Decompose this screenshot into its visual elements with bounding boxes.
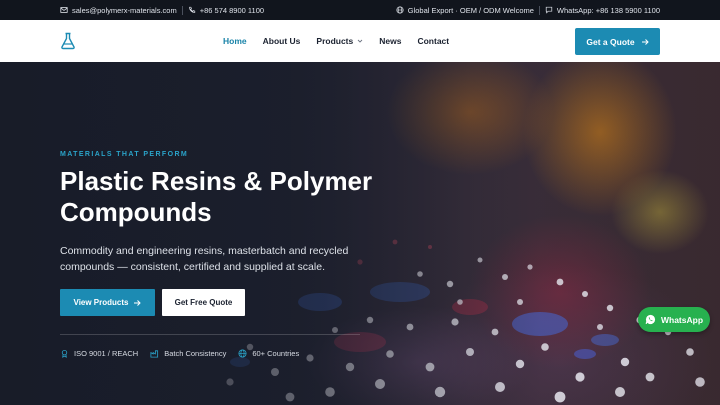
- get-free-quote-button[interactable]: Get Free Quote: [162, 289, 245, 316]
- get-free-quote-label: Get Free Quote: [174, 298, 233, 307]
- top-bar-export: Global Export · OEM / ODM Welcome: [396, 6, 534, 15]
- get-a-quote-button[interactable]: Get a Quote: [575, 28, 660, 55]
- globe-icon: [396, 6, 404, 14]
- badge-label: 60+ Countries: [252, 349, 300, 358]
- chevron-down-icon: [357, 39, 363, 43]
- hero-divider: [60, 334, 360, 335]
- nav-item-home[interactable]: Home: [223, 36, 247, 46]
- top-bar-whatsapp[interactable]: WhatsApp: +86 138 5900 1100: [545, 6, 660, 15]
- nav-item-contact[interactable]: Contact: [417, 36, 449, 46]
- hero-badges: ISO 9001 / REACH Batch Consistency 60+ C…: [60, 349, 299, 358]
- separator: [181, 5, 183, 15]
- hero-title: Plastic Resins & Polymer Compounds: [60, 166, 373, 227]
- certificate-icon: [61, 349, 68, 358]
- arrow-right-icon: [641, 38, 649, 45]
- nav-item-products[interactable]: Products: [316, 36, 363, 46]
- export-text: Global Export · OEM / ODM Welcome: [407, 5, 534, 15]
- top-bar-contact: sales@polymerx-materials.com +86 574 890…: [60, 0, 264, 20]
- main-navigation: Home About Us Products News Contact Get …: [0, 20, 720, 62]
- top-bar-email[interactable]: sales@polymerx-materials.com: [60, 6, 177, 15]
- view-products-label: View Products: [73, 298, 129, 307]
- top-bar: sales@polymerx-materials.com +86 574 890…: [0, 0, 720, 20]
- phone-icon: [188, 6, 195, 13]
- badge-label: Batch Consistency: [164, 349, 227, 358]
- globe-icon: [238, 349, 247, 358]
- separator: [538, 5, 540, 15]
- factory-icon: [150, 350, 159, 358]
- hero-section: MATERIALS THAT PERFORM Plastic Resins & …: [0, 62, 720, 405]
- arrow-right-icon: [134, 299, 142, 306]
- view-products-button[interactable]: View Products: [60, 289, 155, 316]
- quote-button-label: Get a Quote: [586, 36, 635, 47]
- hero-subtitle: Commodity and engineering resins, master…: [60, 245, 349, 273]
- whatsapp-float-button[interactable]: WhatsApp: [638, 307, 710, 332]
- nav-item-label: Home: [223, 36, 247, 46]
- mail-icon: [60, 7, 68, 13]
- hero-eyebrow: MATERIALS THAT PERFORM: [60, 151, 189, 158]
- chat-icon: [545, 6, 553, 14]
- whatsapp-text: WhatsApp: +86 138 5900 1100: [556, 5, 660, 15]
- badge-certification: ISO 9001 / REACH: [60, 349, 138, 358]
- nav-item-news[interactable]: News: [379, 36, 401, 46]
- nav-item-label: Contact: [417, 36, 450, 46]
- whatsapp-label: WhatsApp: [660, 314, 704, 325]
- top-bar-info: Global Export · OEM / ODM Welcome WhatsA…: [396, 0, 660, 20]
- email-text: sales@polymerx-materials.com: [72, 5, 177, 15]
- nav-item-about[interactable]: About Us: [263, 36, 301, 46]
- phone-text: +86 574 8900 1100: [199, 5, 265, 15]
- nav-menu: Home About Us Products News Contact: [223, 20, 449, 62]
- whatsapp-icon: [645, 314, 656, 325]
- badge-batch: Batch Consistency: [150, 349, 226, 358]
- nav-item-label: Products: [316, 36, 354, 46]
- flask-logo-icon[interactable]: [60, 32, 76, 50]
- nav-item-label: About Us: [262, 36, 301, 46]
- badge-countries: 60+ Countries: [238, 349, 299, 358]
- badge-label: ISO 9001 / REACH: [74, 349, 139, 358]
- top-bar-phone[interactable]: +86 574 8900 1100: [188, 6, 264, 15]
- nav-item-label: News: [379, 36, 402, 46]
